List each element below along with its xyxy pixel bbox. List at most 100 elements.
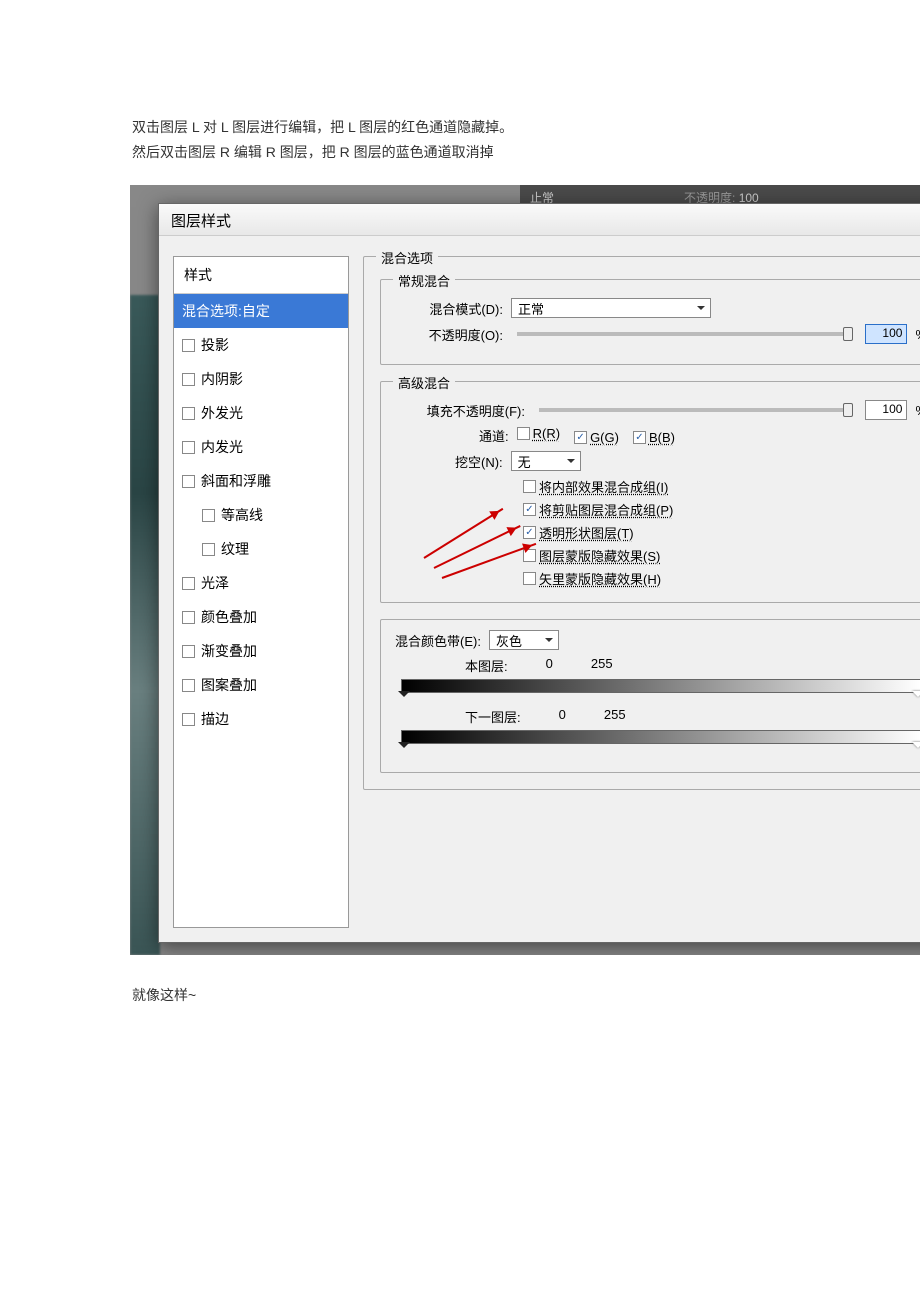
- blend-mode-label: 混合模式(D):: [395, 299, 503, 318]
- advanced-option[interactable]: ✓透明形状图层(T): [523, 523, 920, 542]
- checkbox-icon: ✓: [633, 431, 646, 444]
- style-checkbox[interactable]: [182, 441, 195, 454]
- fill-opacity-slider[interactable]: [539, 408, 851, 412]
- channel-label-text: B(B): [649, 430, 675, 445]
- opacity-input[interactable]: 100: [865, 324, 907, 344]
- checkbox-icon: ✓: [523, 503, 536, 516]
- blend-if-channel: 灰色: [496, 631, 522, 650]
- style-item-label: 纹理: [221, 539, 249, 559]
- blend-if-group: 混合颜色带(E): 灰色 本图层: 0 255: [380, 619, 920, 773]
- under-layer-label: 下一图层:: [465, 707, 521, 726]
- style-list: 样式 混合选项:自定投影内阴影外发光内发光斜面和浮雕等高线纹理光泽颜色叠加渐变叠…: [173, 256, 349, 928]
- intro-line-1: 双击图层 L 对 L 图层进行编辑，把 L 图层的红色通道隐藏掉。: [132, 115, 900, 140]
- under-layer-gradient[interactable]: [401, 730, 920, 744]
- style-checkbox[interactable]: [182, 713, 195, 726]
- style-item-label: 投影: [201, 335, 229, 355]
- option-label: 图层蒙版隐藏效果(S): [539, 546, 660, 565]
- this-layer-high: 255: [591, 656, 613, 675]
- background-image-strip: [130, 295, 160, 955]
- style-checkbox[interactable]: [182, 645, 195, 658]
- style-item-label: 图案叠加: [201, 675, 257, 695]
- style-checkbox[interactable]: [182, 373, 195, 386]
- screenshot-area: 止常 不透明度: 100 图层样式 样式 混合选项:自定投影内阴影外发光内发光斜…: [130, 185, 920, 955]
- style-item-label: 混合选项:自定: [182, 301, 270, 321]
- blend-if-channel-combo[interactable]: 灰色: [489, 630, 559, 650]
- style-checkbox[interactable]: [182, 577, 195, 590]
- advanced-option[interactable]: 图层蒙版隐藏效果(S): [523, 546, 920, 565]
- fill-opacity-input[interactable]: 100: [865, 400, 907, 420]
- style-checkbox[interactable]: [202, 543, 215, 556]
- checkbox-icon: ✓: [574, 431, 587, 444]
- style-list-item[interactable]: 混合选项:自定: [174, 294, 348, 328]
- style-item-label: 描边: [201, 709, 229, 729]
- style-list-item[interactable]: 内发光: [174, 430, 348, 464]
- style-list-item[interactable]: 渐变叠加: [174, 634, 348, 668]
- under-black-stop[interactable]: [398, 742, 410, 754]
- channel-checkbox[interactable]: ✓G(G): [574, 430, 619, 445]
- intro-line-2: 然后双击图层 R 编辑 R 图层，把 R 图层的蓝色通道取消掉: [132, 140, 900, 165]
- channel-label-text: G(G): [590, 430, 619, 445]
- style-checkbox[interactable]: [202, 509, 215, 522]
- style-item-label: 内阴影: [201, 369, 243, 389]
- checkbox-icon: [523, 480, 536, 493]
- layer-style-dialog: 图层样式 样式 混合选项:自定投影内阴影外发光内发光斜面和浮雕等高线纹理光泽颜色…: [158, 203, 920, 943]
- advanced-blend-label: 高级混合: [393, 373, 455, 392]
- knockout-value: 无: [518, 452, 531, 471]
- fill-slider-thumb[interactable]: [843, 403, 853, 417]
- style-list-item[interactable]: 内阴影: [174, 362, 348, 396]
- fill-opacity-label: 填充不透明度(F):: [395, 401, 525, 420]
- opacity-slider[interactable]: [517, 332, 851, 336]
- style-list-item[interactable]: 描边: [174, 702, 348, 736]
- blend-mode-combo[interactable]: 正常: [511, 298, 711, 318]
- knockout-combo[interactable]: 无: [511, 451, 581, 471]
- this-black-stop[interactable]: [398, 691, 410, 703]
- advanced-option[interactable]: 矢里蒙版隐藏效果(H): [523, 569, 920, 588]
- advanced-option[interactable]: 将内部效果混合成组(I): [523, 477, 920, 496]
- style-item-label: 渐变叠加: [201, 641, 257, 661]
- under-white-stop[interactable]: [912, 742, 920, 754]
- style-checkbox[interactable]: [182, 475, 195, 488]
- style-list-item[interactable]: 光泽: [174, 566, 348, 600]
- opacity-label: 不透明度(O):: [395, 325, 503, 344]
- channel-checkbox[interactable]: ✓B(B): [633, 430, 675, 445]
- this-white-stop[interactable]: [912, 691, 920, 703]
- this-layer-low: 0: [546, 656, 553, 675]
- style-item-label: 光泽: [201, 573, 229, 593]
- style-item-label: 斜面和浮雕: [201, 471, 271, 491]
- style-checkbox[interactable]: [182, 611, 195, 624]
- option-label: 透明形状图层(T): [539, 523, 634, 542]
- blend-mode-value: 正常: [518, 299, 544, 318]
- checkbox-icon: [523, 572, 536, 585]
- intro-text: 双击图层 L 对 L 图层进行编辑，把 L 图层的红色通道隐藏掉。 然后双击图层…: [0, 0, 920, 185]
- style-checkbox[interactable]: [182, 679, 195, 692]
- blending-options-label: 混合选项: [376, 248, 438, 267]
- channel-label-text: R(R): [533, 426, 560, 441]
- option-label: 将内部效果混合成组(I): [539, 477, 668, 496]
- style-list-header: 样式: [174, 257, 348, 294]
- style-list-item[interactable]: 投影: [174, 328, 348, 362]
- style-list-item[interactable]: 颜色叠加: [174, 600, 348, 634]
- channel-row: 通道: R(R)✓G(G)✓B(B): [479, 426, 920, 445]
- style-list-item[interactable]: 纹理: [174, 532, 348, 566]
- under-layer-high: 255: [604, 707, 626, 726]
- blending-options-group: 混合选项 常规混合 混合模式(D): 正常 不透明度(O): 100: [363, 256, 920, 790]
- style-checkbox[interactable]: [182, 407, 195, 420]
- knockout-label: 挖空(N):: [455, 452, 503, 471]
- style-checkbox[interactable]: [182, 339, 195, 352]
- style-list-item[interactable]: 图案叠加: [174, 668, 348, 702]
- option-label: 将剪贴图层混合成组(P): [539, 500, 673, 519]
- channel-checkbox[interactable]: R(R): [517, 426, 560, 441]
- advanced-options: 将内部效果混合成组(I)✓将剪贴图层混合成组(P)✓透明形状图层(T)图层蒙版隐…: [523, 477, 920, 588]
- outro-text: 就像这样~: [0, 955, 920, 1205]
- style-list-item[interactable]: 斜面和浮雕: [174, 464, 348, 498]
- style-item-label: 颜色叠加: [201, 607, 257, 627]
- blend-if-label: 混合颜色带(E):: [395, 631, 481, 650]
- opacity-slider-thumb[interactable]: [843, 327, 853, 341]
- channel-label: 通道:: [479, 426, 509, 445]
- this-layer-gradient[interactable]: [401, 679, 920, 693]
- style-list-item[interactable]: 等高线: [174, 498, 348, 532]
- style-list-item[interactable]: 外发光: [174, 396, 348, 430]
- advanced-option[interactable]: ✓将剪贴图层混合成组(P): [523, 500, 920, 519]
- dialog-titlebar: 图层样式: [159, 204, 920, 236]
- option-label: 矢里蒙版隐藏效果(H): [539, 569, 661, 588]
